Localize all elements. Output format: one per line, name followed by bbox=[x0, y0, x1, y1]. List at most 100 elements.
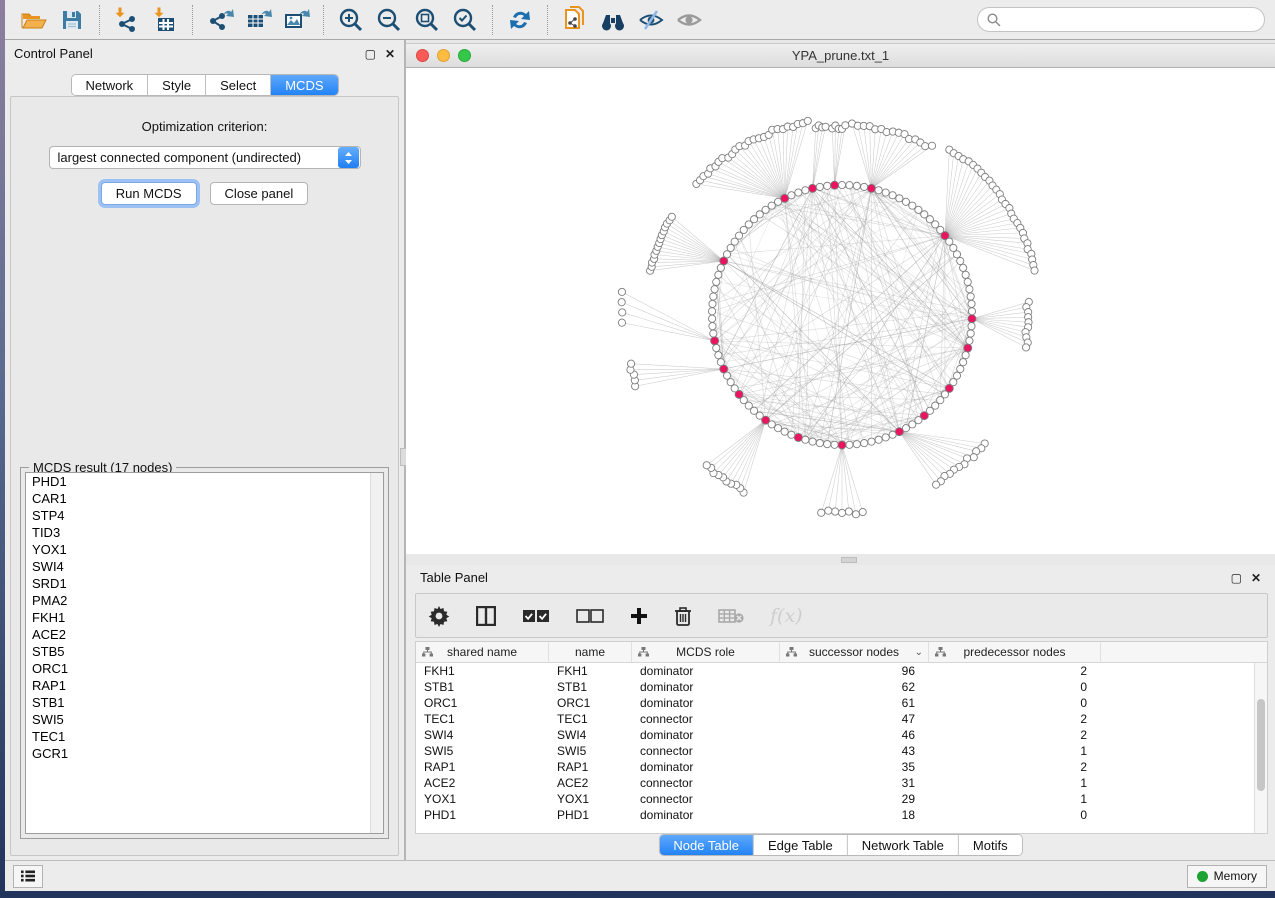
import-table-button[interactable] bbox=[146, 4, 184, 36]
show-all-button[interactable] bbox=[670, 4, 708, 36]
import-network-button[interactable] bbox=[108, 4, 146, 36]
network-node[interactable] bbox=[708, 308, 715, 315]
network-node[interactable] bbox=[816, 439, 823, 446]
table-row[interactable]: STB1STB1dominator620 bbox=[416, 679, 1267, 695]
column-header-name[interactable]: name bbox=[549, 642, 632, 662]
search-field[interactable] bbox=[977, 7, 1265, 32]
network-node[interactable] bbox=[968, 300, 975, 307]
tab-style[interactable]: Style bbox=[148, 75, 206, 95]
network-node[interactable] bbox=[875, 436, 882, 443]
network-node[interactable] bbox=[960, 264, 967, 271]
mcds-node[interactable] bbox=[968, 315, 976, 323]
mcds-result-item[interactable]: ORC1 bbox=[26, 660, 383, 677]
network-node[interactable] bbox=[618, 319, 625, 326]
table-tab-network-table[interactable]: Network Table bbox=[848, 835, 959, 855]
network-node[interactable] bbox=[727, 379, 734, 386]
network-node[interactable] bbox=[717, 359, 724, 366]
network-node[interactable] bbox=[889, 431, 896, 438]
network-node[interactable] bbox=[922, 143, 929, 150]
mcds-result-item[interactable]: FKH1 bbox=[26, 609, 383, 626]
network-node[interactable] bbox=[713, 278, 720, 285]
network-node[interactable] bbox=[627, 360, 634, 367]
network-node[interactable] bbox=[966, 337, 973, 344]
zoom-out-button[interactable] bbox=[370, 4, 408, 36]
memory-button[interactable]: Memory bbox=[1187, 865, 1267, 888]
mcds-result-item[interactable]: RAP1 bbox=[26, 677, 383, 694]
network-node[interactable] bbox=[967, 330, 974, 337]
mcds-list-scrollbar[interactable] bbox=[370, 473, 383, 833]
network-node[interactable] bbox=[1031, 267, 1038, 274]
network-node[interactable] bbox=[902, 198, 909, 205]
table-row[interactable]: YOX1YOX1connector291 bbox=[416, 791, 1267, 807]
criterion-dropdown[interactable]: largest connected component (undirected) bbox=[49, 146, 361, 169]
mcds-node[interactable] bbox=[831, 181, 839, 189]
network-node[interactable] bbox=[709, 323, 716, 330]
network-node[interactable] bbox=[889, 192, 896, 199]
network-node[interactable] bbox=[711, 286, 718, 293]
network-node[interactable] bbox=[788, 192, 795, 199]
select-all-rows-button[interactable] bbox=[522, 609, 550, 623]
network-node[interactable] bbox=[882, 434, 889, 441]
mcds-node[interactable] bbox=[964, 344, 972, 352]
add-column-button[interactable] bbox=[630, 607, 648, 625]
network-node[interactable] bbox=[957, 365, 964, 372]
hide-selected-button[interactable] bbox=[632, 4, 670, 36]
mcds-result-item[interactable]: CAR1 bbox=[26, 490, 383, 507]
network-node[interactable] bbox=[962, 352, 969, 359]
network-node[interactable] bbox=[1022, 344, 1029, 351]
export-network-button[interactable] bbox=[201, 4, 239, 36]
network-node[interactable] bbox=[668, 213, 675, 220]
delete-columns-button[interactable] bbox=[674, 606, 692, 626]
clone-network-button[interactable] bbox=[556, 4, 594, 36]
table-tab-edge-table[interactable]: Edge Table bbox=[754, 835, 848, 855]
table-row[interactable]: ORC1ORC1dominator610 bbox=[416, 695, 1267, 711]
network-node[interactable] bbox=[774, 425, 781, 432]
network-node[interactable] bbox=[846, 441, 853, 448]
export-image-button[interactable] bbox=[277, 4, 315, 36]
network-node[interactable] bbox=[861, 439, 868, 446]
network-node[interactable] bbox=[824, 182, 831, 189]
float-panel-icon[interactable]: ▢ bbox=[365, 48, 376, 60]
network-node[interactable] bbox=[838, 509, 845, 516]
mcds-result-item[interactable]: PHD1 bbox=[26, 473, 383, 490]
mcds-node[interactable] bbox=[711, 337, 719, 345]
first-neighbors-button[interactable] bbox=[594, 4, 632, 36]
network-node[interactable] bbox=[715, 352, 722, 359]
network-node[interactable] bbox=[781, 428, 788, 435]
network-node[interactable] bbox=[846, 182, 853, 189]
network-node[interactable] bbox=[710, 330, 717, 337]
column-header-MCDS-role[interactable]: MCDS role bbox=[632, 642, 780, 662]
network-node[interactable] bbox=[768, 202, 775, 209]
network-node[interactable] bbox=[816, 183, 823, 190]
network-node[interactable] bbox=[804, 117, 811, 124]
table-scrollbar-thumb[interactable] bbox=[1257, 699, 1265, 791]
zoom-selected-button[interactable] bbox=[446, 4, 484, 36]
save-session-button[interactable] bbox=[53, 4, 91, 36]
mcds-result-item[interactable]: TEC1 bbox=[26, 728, 383, 745]
mcds-node[interactable] bbox=[838, 441, 846, 449]
network-node[interactable] bbox=[896, 195, 903, 202]
refresh-view-button[interactable] bbox=[501, 4, 539, 36]
network-node[interactable] bbox=[845, 508, 852, 515]
network-node[interactable] bbox=[802, 436, 809, 443]
delete-table-button[interactable] bbox=[718, 608, 744, 624]
network-node[interactable] bbox=[962, 271, 969, 278]
mcds-result-item[interactable]: GCR1 bbox=[26, 745, 383, 762]
mcds-node[interactable] bbox=[794, 433, 802, 441]
network-node[interactable] bbox=[788, 431, 795, 438]
network-node[interactable] bbox=[853, 182, 860, 189]
mcds-result-item[interactable]: STB5 bbox=[26, 643, 383, 660]
network-node[interactable] bbox=[953, 372, 960, 379]
network-node[interactable] bbox=[967, 293, 974, 300]
network-node[interactable] bbox=[953, 251, 960, 258]
network-node[interactable] bbox=[968, 308, 975, 315]
mcds-result-item[interactable]: TID3 bbox=[26, 524, 383, 541]
tab-select[interactable]: Select bbox=[206, 75, 271, 95]
horizontal-split-divider[interactable] bbox=[406, 555, 1275, 565]
network-node[interactable] bbox=[809, 438, 816, 445]
network-node[interactable] bbox=[802, 187, 809, 194]
zoom-in-button[interactable] bbox=[332, 4, 370, 36]
table-row[interactable]: ACE2ACE2connector311 bbox=[416, 775, 1267, 791]
tab-mcds[interactable]: MCDS bbox=[271, 75, 337, 95]
table-tab-node-table[interactable]: Node Table bbox=[659, 835, 754, 855]
